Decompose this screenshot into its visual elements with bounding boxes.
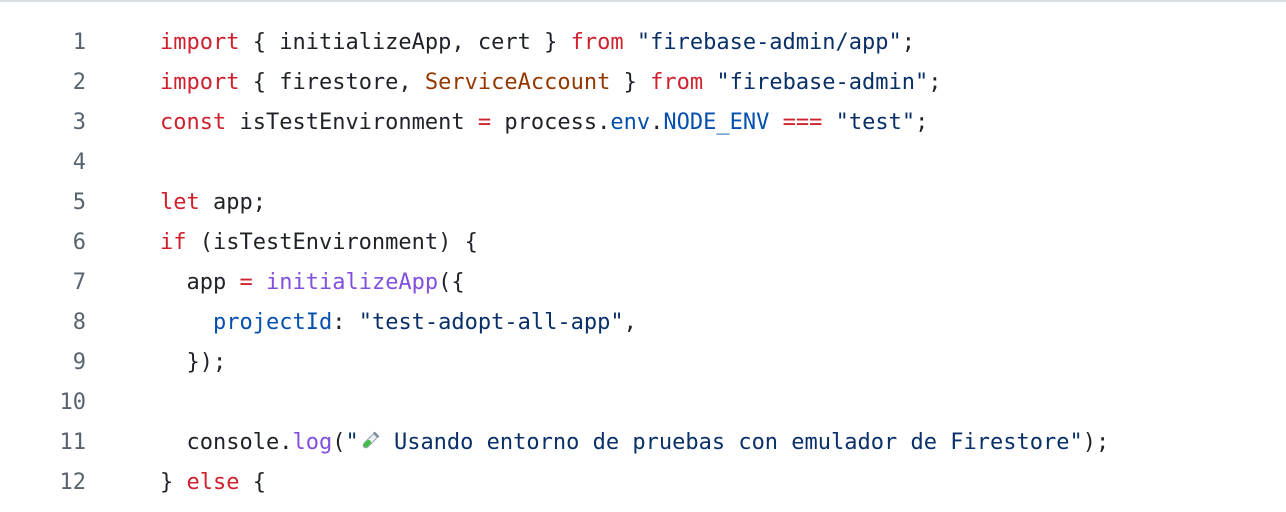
line-number[interactable]: 5 <box>0 190 86 215</box>
line-number[interactable]: 9 <box>0 350 86 375</box>
line-code: const isTestEnvironment = process.env.NO… <box>86 110 928 135</box>
code-token: } <box>610 69 651 95</box>
code-token: ; <box>928 69 942 95</box>
code-token: console. <box>160 429 293 455</box>
line-number[interactable]: 7 <box>0 270 86 295</box>
code-token: projectId <box>212 309 333 335</box>
line-number[interactable]: 6 <box>0 230 86 255</box>
code-token: import <box>160 69 240 95</box>
code-listing: 1 import { initializeApp, cert } from "fi… <box>0 22 1286 502</box>
code-token: (isTestEnvironment) { <box>186 229 478 255</box>
line-number[interactable]: 2 <box>0 70 86 95</box>
line-code: projectId: "test-adopt-all-app", <box>86 310 637 335</box>
code-token: : <box>332 309 359 335</box>
code-line: 1 import { initializeApp, cert } from "fi… <box>0 22 1286 62</box>
code-token: ; <box>901 29 916 55</box>
code-token: }); <box>160 349 227 375</box>
test-tube-icon <box>362 431 379 448</box>
code-line: 2 import { firestore, ServiceAccount } fr… <box>0 62 1286 102</box>
code-token: NODE_ENV <box>663 109 770 135</box>
code-token: Usando entorno de pruebas con emulador d… <box>380 429 1083 455</box>
line-code: import { firestore, ServiceAccount } fro… <box>86 70 942 95</box>
code-line: 12} else { <box>0 462 1286 502</box>
code-token: ; <box>915 109 929 135</box>
code-token: " <box>345 429 359 455</box>
code-token: "test" <box>835 109 916 135</box>
line-code: let app; <box>86 190 266 215</box>
code-token: "firebase-admin" <box>716 69 929 95</box>
code-viewer: 1 import { initializeApp, cert } from "fi… <box>0 0 1286 512</box>
line-number[interactable]: 8 <box>0 310 86 335</box>
code-token: = <box>477 109 492 135</box>
code-line: 7 app = initializeApp({ <box>0 262 1286 302</box>
line-code: app = initializeApp({ <box>86 269 465 295</box>
code-line: 6 if (isTestEnvironment) { <box>0 222 1286 262</box>
code-line: 8 projectId: "test-adopt-all-app", <box>0 302 1286 342</box>
line-number[interactable]: 12 <box>0 470 87 495</box>
code-token: process. <box>491 109 611 135</box>
line-number[interactable]: 3 <box>0 110 86 135</box>
code-token: app; <box>199 189 266 215</box>
code-token: ServiceAccount <box>424 69 611 95</box>
code-token: isTestEnvironment <box>226 109 478 135</box>
line-number[interactable]: 1 <box>0 30 86 55</box>
code-token: let <box>160 189 200 215</box>
line-code: }); <box>86 350 226 375</box>
code-token: === <box>782 109 823 135</box>
code-token: app <box>160 269 240 295</box>
line-number[interactable]: 10 <box>0 390 87 415</box>
code-token: { <box>239 469 266 495</box>
code-token: else <box>186 469 240 495</box>
code-line: 10 <box>0 382 1286 422</box>
line-code: console.log(" Usando entorno de pruebas … <box>86 430 1109 455</box>
code-token: log <box>292 429 333 455</box>
code-token: initializeApp <box>265 269 439 295</box>
code-token: . <box>650 109 664 135</box>
code-line: 9 }); <box>0 342 1286 382</box>
code-token: { initializeApp, cert } <box>239 29 571 55</box>
code-token: from <box>650 69 704 95</box>
code-token: "firebase-admin/app" <box>636 29 902 55</box>
code-token: ( <box>332 429 346 455</box>
code-token: const <box>160 109 227 135</box>
code-token: ); <box>1082 429 1110 455</box>
code-line: 3 const isTestEnvironment = process.env.N… <box>0 102 1286 142</box>
code-token: from <box>570 29 624 55</box>
code-line: 4 <box>0 142 1286 182</box>
code-token: import <box>160 29 240 55</box>
line-code: } else { <box>86 470 266 495</box>
line-code: if (isTestEnvironment) { <box>86 230 478 255</box>
line-number[interactable]: 4 <box>0 150 86 175</box>
code-token: ({ <box>438 269 465 295</box>
line-code: import { initializeApp, cert } from "fir… <box>86 30 915 55</box>
line-number[interactable]: 11 <box>0 430 87 455</box>
code-token: , <box>623 309 637 335</box>
code-line: 11 console.log(" Usando entorno de prueb… <box>0 422 1286 462</box>
code-token: } <box>160 469 187 495</box>
code-token: if <box>160 229 187 255</box>
code-token: "test-adopt-all-app" <box>358 309 624 335</box>
code-token: env <box>610 109 651 135</box>
code-token: { firestore, <box>239 69 425 95</box>
code-token: = <box>239 269 253 295</box>
code-line: 5 let app; <box>0 182 1286 222</box>
